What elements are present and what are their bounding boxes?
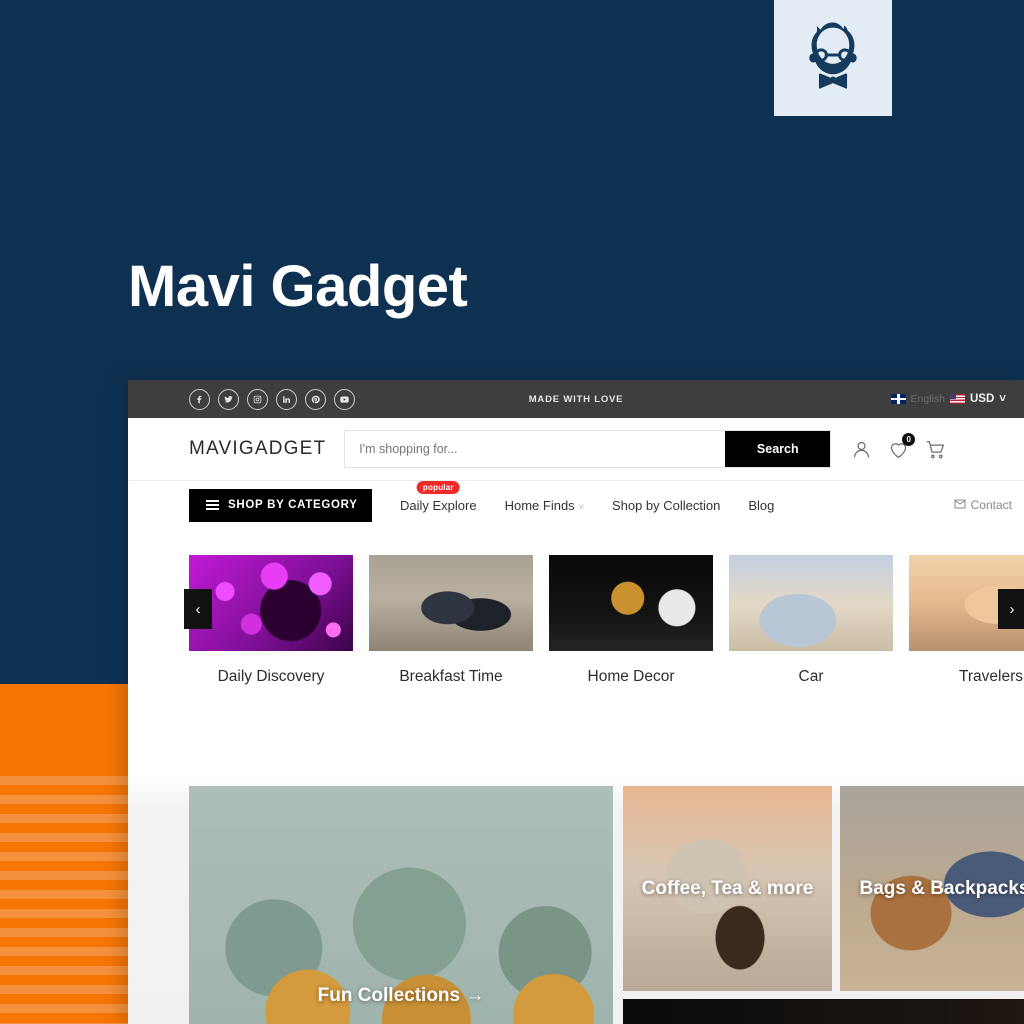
nav-label: Blog (748, 497, 775, 513)
social-links (189, 388, 355, 410)
orange-stripes-pattern (0, 776, 128, 1024)
pinterest-icon[interactable] (305, 388, 326, 410)
carousel-prev-button[interactable]: ‹ (184, 589, 212, 629)
poster-canvas: Mavi Gadget MADE WITH LOVE English USD ˅ (0, 0, 1024, 1024)
nav-links: popular Daily Explore Home Finds ˅ Shop b… (400, 480, 774, 513)
vintage-car-desert-photo (729, 555, 893, 651)
category-card[interactable]: Daily Discovery (189, 555, 353, 686)
promo-row-top: Coffee, Tea & more Bags & Backpacks (623, 786, 1024, 991)
dark-wooden-objects-photo (623, 999, 1024, 1024)
nav-label: Daily Explore (400, 497, 477, 513)
category-label: Travelers (958, 668, 1024, 685)
hamburger-menu-icon (206, 497, 219, 512)
wishlist-count-badge: 0 (902, 432, 916, 446)
brand-logo-tile (774, 0, 892, 116)
heart-wishlist-icon[interactable]: 0 (888, 432, 916, 460)
category-thumbnail (369, 555, 533, 651)
user-account-icon[interactable] (851, 439, 872, 460)
neon-astronaut-photo (189, 555, 353, 651)
category-label: Car (798, 668, 824, 685)
shop-by-category-label: SHOP BY CATEGORY (228, 499, 358, 511)
category-label: Home Decor (587, 668, 675, 685)
search-bar: Search (344, 430, 832, 468)
chevron-down-icon: ˅ (578, 501, 584, 512)
category-card[interactable]: Home Decor (549, 555, 713, 686)
site-topbar: MADE WITH LOVE English USD ˅ (128, 380, 1024, 418)
nav-item-blog[interactable]: Blog (748, 498, 774, 513)
website-screenshot-mock: MADE WITH LOVE English USD ˅ MAVIGADGET … (128, 380, 1024, 1024)
promo-card-fun-collections[interactable]: Fun Collections → (189, 786, 613, 1024)
contact-label: Contact (970, 498, 1012, 512)
twitter-icon[interactable] (218, 388, 239, 410)
shopping-cart-icon[interactable] (925, 439, 946, 460)
camp-breakfast-skillet-photo (369, 555, 533, 651)
youtube-icon[interactable] (334, 388, 355, 410)
popular-badge: popular (416, 480, 460, 494)
category-label: Daily Discovery (217, 668, 325, 685)
category-label: Breakfast Time (399, 668, 503, 685)
category-thumbnail (189, 555, 353, 651)
promo-label: Fun Collections → (317, 985, 485, 1007)
linkedin-icon[interactable] (276, 388, 297, 410)
nerd-face-mascot-icon (796, 18, 870, 98)
instagram-icon[interactable] (247, 388, 268, 410)
site-header: MAVIGADGET Search 0 (128, 418, 1024, 480)
facebook-icon[interactable] (189, 388, 210, 410)
promo-label: Coffee, Tea & more (641, 877, 814, 899)
nav-item-home-finds[interactable]: Home Finds ˅ (505, 498, 584, 513)
promo-label: Bags & Backpacks (859, 877, 1024, 899)
category-thumbnail (549, 555, 713, 651)
promo-grid: Fun Collections → Coffee, Tea & more Bag… (189, 786, 1024, 1024)
category-carousel: Daily Discovery Breakfast Time Home Deco… (128, 529, 1024, 686)
search-input[interactable] (345, 431, 726, 467)
site-brand-logo[interactable]: MAVIGADGET (189, 438, 326, 460)
carousel-next-button[interactable]: › (998, 589, 1024, 629)
page-title: Mavi Gadget (128, 254, 468, 319)
shop-by-category-button[interactable]: SHOP BY CATEGORY (189, 488, 372, 522)
nav-label: Home Finds (504, 497, 575, 513)
us-flag-icon (950, 394, 965, 404)
orange-stripe-decoration (0, 684, 128, 1024)
nav-item-shop-by-collection[interactable]: Shop by Collection (612, 498, 720, 513)
chevron-down-icon[interactable]: ˅ (999, 393, 1006, 405)
promo-right-column: Coffee, Tea & more Bags & Backpacks (623, 786, 1024, 1024)
uk-flag-icon (890, 394, 906, 404)
category-card[interactable]: Breakfast Time (369, 555, 533, 686)
chess-knight-photo (549, 555, 713, 651)
nav-item-daily-explore[interactable]: popular Daily Explore (400, 480, 477, 513)
category-card[interactable]: Car (729, 555, 893, 686)
language-label[interactable]: English (911, 393, 945, 405)
category-thumbnail (729, 555, 893, 651)
promo-card-bags-backpacks[interactable]: Bags & Backpacks (840, 786, 1024, 991)
promo-card-coffee-tea[interactable]: Coffee, Tea & more (623, 786, 832, 991)
nav-label: Shop by Collection (611, 497, 721, 513)
contact-link[interactable]: Contact (954, 498, 1012, 513)
search-button[interactable]: Search (725, 431, 831, 467)
currency-label[interactable]: USD (970, 393, 994, 405)
header-icon-group: 0 (851, 432, 946, 460)
site-navbar: SHOP BY CATEGORY popular Daily Explore H… (128, 480, 1024, 529)
promo-card-dark[interactable] (623, 999, 1024, 1024)
envelope-icon (954, 498, 966, 513)
locale-selector[interactable]: English USD ˅ (890, 393, 1006, 405)
orange-solid-block (0, 684, 128, 776)
